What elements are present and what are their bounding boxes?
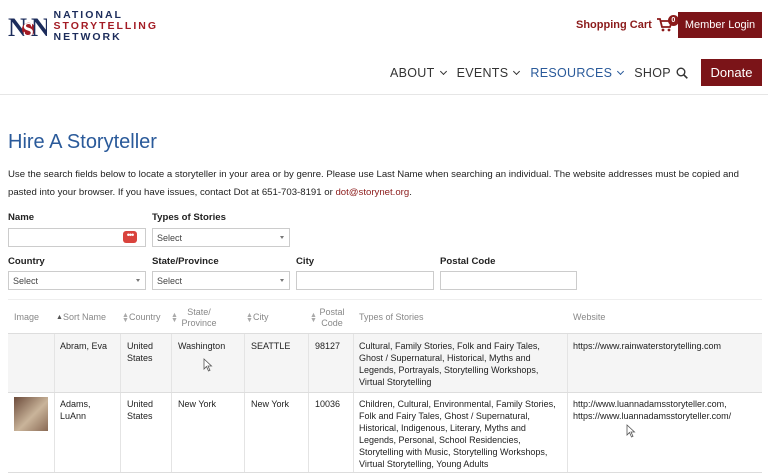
sort-icon: ▲ ▼ bbox=[122, 311, 129, 324]
cell-city: New York bbox=[251, 399, 290, 409]
table-header: Image ▲ Sort Name ▲ ▼ Country ▲ ▼ State/ Prov… bbox=[8, 299, 762, 334]
state-select[interactable]: Select bbox=[152, 271, 290, 290]
logo-line-1: NATIONAL bbox=[53, 8, 123, 21]
chevron-down-icon bbox=[617, 67, 625, 76]
col-image: Image bbox=[14, 312, 40, 322]
country-label: Country bbox=[8, 256, 45, 267]
member-login-button[interactable]: Member Login bbox=[678, 12, 762, 38]
col-types: Types of Stories bbox=[359, 312, 424, 322]
site-logo[interactable]: N S N NATIONAL STORYTELLING NETWORK bbox=[8, 8, 158, 44]
sort-icon: ▲ ▼ bbox=[171, 311, 178, 324]
site-header: N S N NATIONAL STORYTELLING NETWORK Shop… bbox=[0, 0, 768, 95]
table-row: Adams, LuAnn United States New York New … bbox=[8, 393, 762, 473]
more-options-icon[interactable]: ••• bbox=[123, 231, 137, 243]
donate-button[interactable]: Donate bbox=[701, 59, 762, 86]
col-website: Website bbox=[573, 312, 606, 322]
cell-types: Cultural, Family Stories, Folk and Fairy… bbox=[359, 341, 540, 387]
state-label: State/Province bbox=[152, 256, 219, 267]
country-select[interactable]: Select bbox=[8, 271, 146, 290]
types-select-value: Select bbox=[157, 232, 183, 243]
city-label: City bbox=[296, 256, 315, 267]
col-state[interactable]: ▲ ▼ State/ Province bbox=[171, 300, 221, 335]
col-postal[interactable]: ▲ ▼ Postal Code bbox=[310, 300, 350, 335]
nav-label: EVENTS bbox=[456, 66, 509, 80]
nav-label: ABOUT bbox=[390, 66, 435, 80]
cell-country: United States bbox=[127, 399, 154, 421]
chevron-down-icon bbox=[439, 67, 447, 76]
cell-postal: 10036 bbox=[315, 399, 341, 409]
storyteller-photo bbox=[14, 397, 48, 431]
logo-line-2: STORYTELLING bbox=[53, 19, 158, 32]
cell-name: Adams, LuAnn bbox=[60, 399, 91, 421]
nav-label: RESOURCES bbox=[530, 66, 613, 80]
search-icon[interactable] bbox=[676, 67, 688, 79]
shopping-cart-label: Shopping Cart bbox=[576, 19, 652, 31]
caret-down-icon bbox=[136, 279, 140, 282]
cell-name: Abram, Eva bbox=[60, 341, 108, 351]
nav-item-about[interactable]: ABOUT bbox=[390, 66, 447, 80]
types-label: Types of Stories bbox=[152, 212, 226, 223]
cell-state: New York bbox=[178, 399, 217, 409]
city-input[interactable] bbox=[296, 271, 434, 290]
mouse-cursor-icon bbox=[626, 424, 636, 438]
state-select-value: Select bbox=[157, 275, 183, 286]
logo-wordmark: NATIONAL STORYTELLING NETWORK bbox=[53, 8, 158, 43]
sort-icon: ▲ ▼ bbox=[246, 311, 253, 324]
chevron-down-icon bbox=[513, 67, 521, 76]
name-label: Name bbox=[8, 212, 35, 223]
col-sort-name[interactable]: ▲ Sort Name bbox=[56, 300, 106, 335]
cell-city: SEATTLE bbox=[251, 341, 291, 351]
cell-country: United States bbox=[127, 341, 154, 363]
contact-email-link[interactable]: dot@storynet.org bbox=[335, 187, 409, 198]
nav-item-shop[interactable]: SHOP bbox=[634, 66, 671, 80]
col-country[interactable]: ▲ ▼ Country bbox=[122, 300, 161, 335]
nav-label: SHOP bbox=[634, 66, 671, 80]
cell-website[interactable]: https://www.rainwaterstorytelling.com bbox=[573, 340, 761, 352]
page-title: Hire A Storyteller bbox=[8, 131, 157, 153]
country-select-value: Select bbox=[13, 275, 39, 286]
col-city[interactable]: ▲ ▼ City bbox=[246, 300, 269, 335]
cell-types: Children, Cultural, Environmental, Famil… bbox=[359, 399, 556, 469]
col-state-label: State/ Province bbox=[181, 306, 217, 328]
intro-end: . bbox=[409, 187, 412, 198]
sort-icon: ▲ ▼ bbox=[310, 311, 317, 324]
postal-label: Postal Code bbox=[440, 256, 496, 267]
intro-paragraph: Use the search fields below to locate a … bbox=[8, 166, 760, 202]
cell-website[interactable]: http://www.luannadamsstoryteller.com, ht… bbox=[573, 398, 761, 422]
logo-line-3: NETWORK bbox=[53, 30, 122, 43]
shopping-cart-link[interactable]: Shopping Cart 0 bbox=[576, 15, 679, 33]
svg-text:N: N bbox=[31, 13, 47, 42]
caret-down-icon bbox=[280, 236, 284, 239]
main-nav: ABOUT EVENTS RESOURCES SHOP bbox=[390, 60, 682, 86]
cell-postal: 98127 bbox=[315, 341, 341, 351]
nsn-logo-mark-icon: N S N bbox=[8, 13, 47, 42]
table-row: Abram, Eva United States Washington SEAT… bbox=[8, 334, 762, 393]
caret-down-icon bbox=[280, 279, 284, 282]
sort-ascending-icon: ▲ bbox=[56, 314, 63, 321]
col-postal-label: Postal Code bbox=[319, 306, 345, 328]
nav-item-events[interactable]: EVENTS bbox=[456, 66, 521, 80]
cell-state: Washington bbox=[178, 341, 226, 351]
types-select[interactable]: Select bbox=[152, 228, 290, 247]
cart-icon: 0 bbox=[656, 15, 679, 32]
col-sort-name-label: Sort Name bbox=[63, 312, 107, 322]
col-country-label: Country bbox=[129, 312, 161, 322]
postal-input[interactable] bbox=[440, 271, 577, 290]
mouse-cursor-icon bbox=[203, 358, 213, 372]
col-city-label: City bbox=[253, 312, 269, 322]
nav-item-resources[interactable]: RESOURCES bbox=[530, 66, 625, 80]
